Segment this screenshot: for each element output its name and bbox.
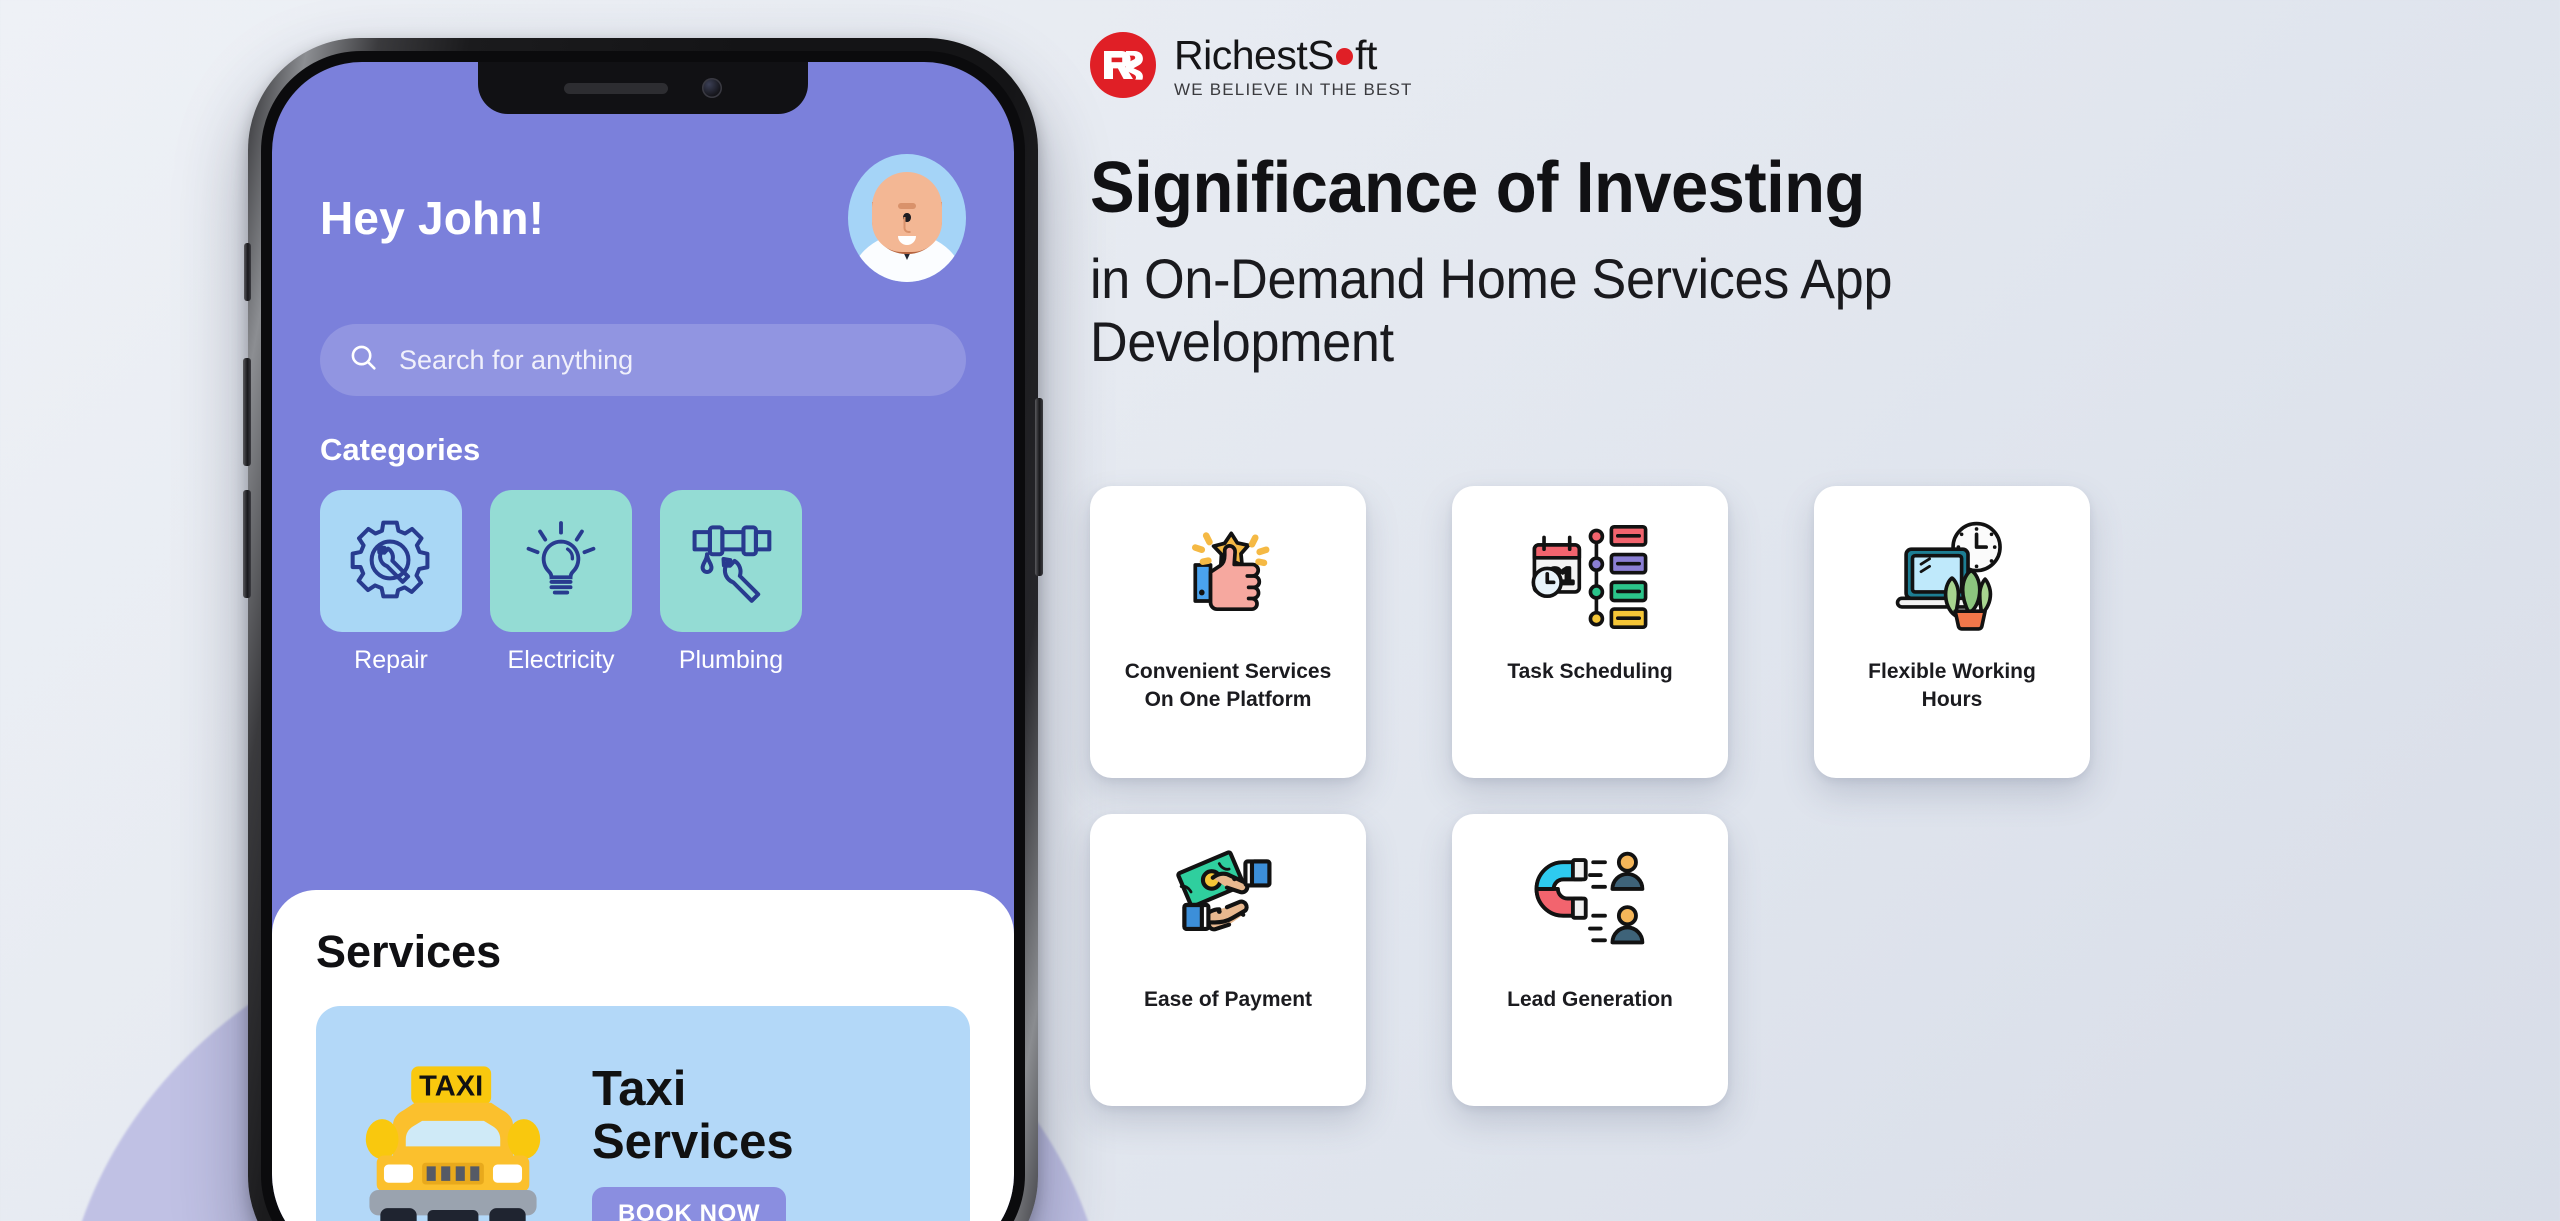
feature-cards-grid: Convenient ServicesOn One Platform 31 — [1090, 486, 2090, 1106]
category-label: Repair — [354, 646, 428, 674]
categories-title: Categories — [320, 432, 481, 467]
brand-dot-icon — [1336, 48, 1354, 66]
feature-cards-row-1: Convenient ServicesOn One Platform 31 — [1090, 486, 2090, 778]
phone-mockup: Hey John! Search for anything Categories… — [243, 38, 1043, 1221]
phone-power-button — [1035, 398, 1043, 576]
svg-text:TAXI: TAXI — [419, 1070, 483, 1102]
categories-list: Repair Electricity Plumbing — [320, 490, 966, 675]
promo-card-taxi[interactable]: TAXI Taxi Services BOOK NOW — [316, 1006, 970, 1221]
category-tile-plumbing — [660, 490, 802, 632]
category-item-electricity[interactable]: Electricity — [490, 490, 632, 675]
calendar-timeline-icon: 31 — [1528, 512, 1652, 642]
category-label: Plumbing — [678, 646, 784, 674]
feature-card-task-scheduling[interactable]: 31 — [1452, 486, 1728, 778]
laptop-clock-plant-icon — [1889, 512, 2015, 642]
magnet-people-icon — [1528, 840, 1652, 970]
content-panel: RichestS ft WE BELIEVE IN THE BEST Signif… — [1090, 0, 2510, 1221]
services-panel: Services TAXI Taxi Services BOOK NOW — [272, 890, 1014, 1221]
feature-card-lead-generation[interactable]: Lead Generation — [1452, 814, 1728, 1106]
headline-line-2: in On-Demand Home Services App — [1090, 247, 1893, 310]
feature-card-title: Lead Generation — [1507, 988, 1673, 1011]
feature-card-title: Task Scheduling — [1507, 660, 1673, 683]
search-icon — [348, 342, 379, 378]
avatar[interactable] — [848, 154, 966, 282]
brand-name-part2: ft — [1355, 32, 1377, 78]
brand-logo[interactable]: RichestS ft WE BELIEVE IN THE BEST — [1090, 0, 2510, 100]
avatar-mouth — [898, 236, 916, 245]
feature-card-convenient-services[interactable]: Convenient Services On One Platform — [1090, 486, 1366, 778]
avatar-eyebrow-right — [898, 203, 915, 209]
phone-volume-up-button — [243, 358, 251, 466]
feature-card-title: Ease of Payment — [1143, 988, 1313, 1011]
category-tile-electricity — [490, 490, 632, 632]
phone-mute-switch — [244, 243, 251, 301]
promo-title: Taxi Services — [592, 1063, 942, 1169]
headline-line-3: Development — [1090, 309, 1394, 373]
front-camera-icon — [702, 78, 722, 98]
feature-card-ease-of-payment[interactable]: Ease of Payment — [1090, 814, 1366, 1106]
phone-bezel: Hey John! Search for anything Categories… — [261, 51, 1025, 1221]
feature-card-flexible-working-hours[interactable]: Flexible Working Hours — [1814, 486, 2090, 778]
book-now-button[interactable]: BOOK NOW — [592, 1186, 787, 1221]
pipe-wrench-icon — [685, 513, 777, 610]
rs-monogram-icon — [1090, 32, 1156, 98]
services-title: Services — [316, 926, 502, 977]
avatar-nose — [903, 217, 911, 233]
app-home-screen: Hey John! Search for anything Categories… — [272, 62, 1014, 675]
category-item-repair[interactable]: Repair — [320, 490, 462, 675]
avatar-head — [872, 172, 942, 252]
money-exchange-hands-icon — [1167, 840, 1289, 970]
feature-card-title: Flexible Working Hours — [1868, 660, 2036, 711]
gear-wrench-icon — [345, 513, 437, 610]
phone-volume-down-button — [243, 490, 251, 598]
category-item-plumbing[interactable]: Plumbing — [660, 490, 802, 675]
brand-name: RichestS ft — [1174, 32, 1413, 79]
lightbulb-icon — [517, 515, 605, 608]
feature-cards-row-2: Ease of Payment Lead Generation — [1090, 814, 2090, 1106]
search-input[interactable]: Search for anything — [320, 324, 966, 396]
category-tile-repair — [320, 490, 462, 632]
page-title: Significance of Investing in On-Demand H… — [1090, 152, 2510, 373]
promo-title-line2: Services — [592, 1115, 794, 1169]
brand-text: RichestS ft WE BELIEVE IN THE BEST — [1174, 30, 1413, 100]
brand-name-part1: RichestS — [1174, 32, 1335, 78]
phone-notch — [478, 62, 808, 114]
phone-screen: Hey John! Search for anything Categories… — [272, 62, 1014, 1221]
promo-title-line1: Taxi — [592, 1062, 687, 1117]
taxi-icon: TAXI — [344, 1055, 562, 1221]
category-label: Electricity — [507, 646, 615, 674]
thumbs-up-star-icon — [1168, 512, 1288, 642]
earpiece-speaker-icon — [564, 82, 668, 94]
promo-text-block: Taxi Services BOOK NOW — [570, 1063, 942, 1221]
greeting-text: Hey John! — [320, 192, 545, 244]
headline-line-1: Significance of Investing — [1090, 148, 1865, 228]
search-placeholder: Search for anything — [399, 344, 634, 375]
brand-tagline: WE BELIEVE IN THE BEST — [1174, 80, 1413, 99]
feature-card-title: Convenient Services On One Platform — [1124, 660, 1332, 711]
